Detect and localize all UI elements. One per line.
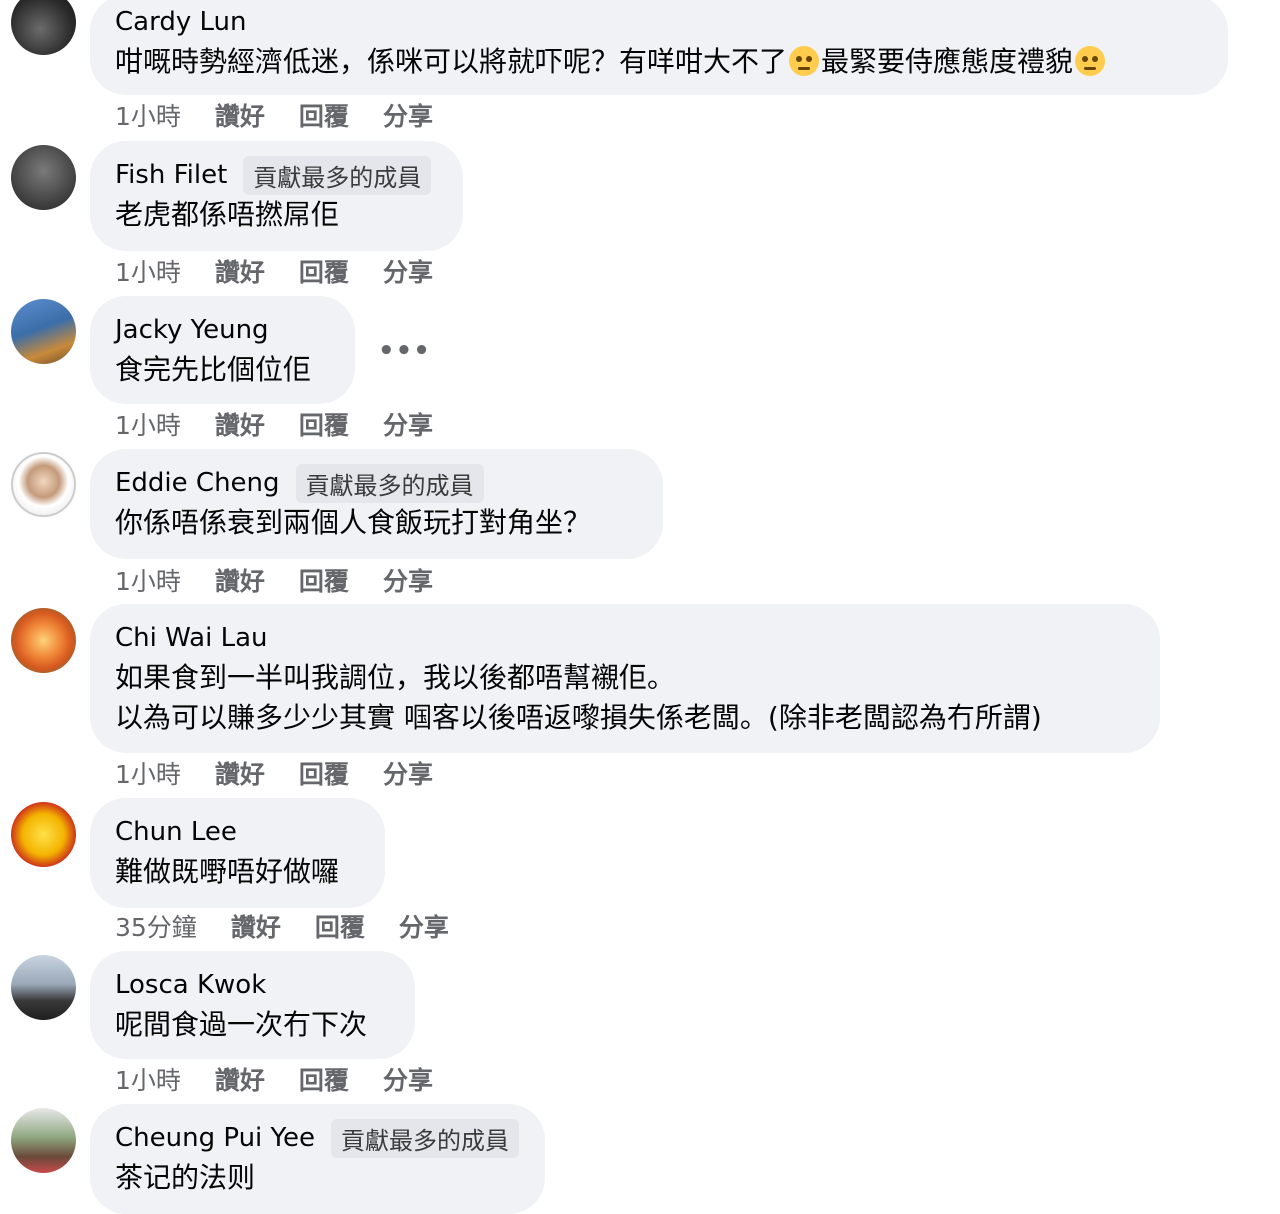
share-button[interactable]: 分享 xyxy=(399,908,449,944)
commenter-name[interactable]: Cardy Lun xyxy=(115,7,246,37)
unamused-emoji-icon xyxy=(1075,46,1106,76)
share-button[interactable]: 分享 xyxy=(383,253,433,289)
comment-text: 你係唔係衰到兩個人食飯玩打對角坐？ xyxy=(115,506,592,539)
commenter-name[interactable]: Cheung Pui Yee xyxy=(115,1123,315,1153)
avatar[interactable] xyxy=(11,452,76,517)
reply-button[interactable]: 回覆 xyxy=(315,908,365,944)
share-button[interactable]: 分享 xyxy=(383,97,433,133)
reply-button[interactable]: 回覆 xyxy=(299,97,349,133)
avatar[interactable] xyxy=(11,955,76,1020)
comment-bubble: Jacky Yeung 食完先比個位佢 xyxy=(90,296,355,404)
comment-text: 老虎都係唔撚屌佢 xyxy=(115,198,340,231)
commenter-name[interactable]: Chi Wai Lau xyxy=(115,623,267,653)
avatar[interactable] xyxy=(11,1108,76,1173)
like-button[interactable]: 讚好 xyxy=(215,97,265,133)
comment-text: 如果食到一半叫我調位，我以後都唔幫襯佢。 xyxy=(115,661,676,694)
avatar[interactable] xyxy=(11,802,76,867)
avatar[interactable] xyxy=(11,608,76,673)
comment-bubble: Cheung Pui Yee 貢獻最多的成員 茶记的法则 xyxy=(90,1104,545,1214)
timestamp[interactable]: 1小時 xyxy=(115,406,181,442)
comment-actions: 1小時 讚好 回覆 分享 xyxy=(115,97,467,133)
commenter-name[interactable]: Losca Kwok xyxy=(115,970,266,1000)
avatar[interactable] xyxy=(11,0,76,55)
comment-actions: 1小時 讚好 回覆 分享 xyxy=(115,253,467,289)
comment-text: 以為可以賺多少少其實 啯客以後唔返嚟損失係老闆。(除非老闆認為冇所謂) xyxy=(115,701,1042,734)
top-contributor-badge: 貢獻最多的成員 xyxy=(243,155,432,195)
comment-text: 茶记的法则 xyxy=(115,1161,256,1194)
comment-bubble: Losca Kwok 呢間食過一次冇下次 xyxy=(90,951,415,1059)
like-button[interactable]: 讚好 xyxy=(215,562,265,598)
comment-actions: 35分鐘 讚好 回覆 分享 xyxy=(115,908,483,944)
avatar[interactable] xyxy=(11,145,76,210)
like-button[interactable]: 讚好 xyxy=(215,253,265,289)
comment-text: 咁嘅時勢經濟低迷，係咪可以將就吓呢？有咩咁大不了 最緊要侍應態度禮貌 xyxy=(115,42,1203,82)
comment-actions: 1小時 讚好 回覆 分享 xyxy=(115,406,467,442)
comment-text: 難做既嘢唔好做囉 xyxy=(115,855,340,888)
reply-button[interactable]: 回覆 xyxy=(299,406,349,442)
timestamp[interactable]: 1小時 xyxy=(115,562,181,598)
comment-bubble: Eddie Cheng 貢獻最多的成員 你係唔係衰到兩個人食飯玩打對角坐？ xyxy=(90,449,663,559)
comment-bubble: Chi Wai Lau 如果食到一半叫我調位，我以後都唔幫襯佢。 以為可以賺多少… xyxy=(90,604,1160,753)
like-button[interactable]: 讚好 xyxy=(215,1061,265,1097)
commenter-name[interactable]: Eddie Cheng xyxy=(115,468,280,498)
share-button[interactable]: 分享 xyxy=(383,1061,433,1097)
reply-button[interactable]: 回覆 xyxy=(299,755,349,791)
avatar[interactable] xyxy=(11,299,76,364)
commenter-name[interactable]: Chun Lee xyxy=(115,817,237,847)
timestamp[interactable]: 1小時 xyxy=(115,1061,181,1097)
like-button[interactable]: 讚好 xyxy=(215,406,265,442)
share-button[interactable]: 分享 xyxy=(383,755,433,791)
comment-actions: 1小時 讚好 回覆 分享 xyxy=(115,755,467,791)
commenter-name[interactable]: Jacky Yeung xyxy=(115,315,269,345)
reply-button[interactable]: 回覆 xyxy=(299,253,349,289)
like-button[interactable]: 讚好 xyxy=(231,908,281,944)
commenter-name[interactable]: Fish Filet xyxy=(115,160,227,190)
comment-actions: 1小時 讚好 回覆 分享 xyxy=(115,1061,467,1097)
timestamp[interactable]: 35分鐘 xyxy=(115,908,197,944)
timestamp[interactable]: 1小時 xyxy=(115,97,181,133)
top-contributor-badge: 貢獻最多的成員 xyxy=(295,463,484,503)
share-button[interactable]: 分享 xyxy=(383,406,433,442)
comment-bubble: Cardy Lun 咁嘅時勢經濟低迷，係咪可以將就吓呢？有咩咁大不了 最緊要侍應態… xyxy=(90,0,1228,95)
like-button[interactable]: 讚好 xyxy=(215,755,265,791)
top-contributor-badge: 貢獻最多的成員 xyxy=(330,1118,519,1158)
more-options-icon[interactable]: ••• xyxy=(378,336,431,366)
reply-button[interactable]: 回覆 xyxy=(299,562,349,598)
rolling-eyes-emoji-icon xyxy=(789,46,820,76)
timestamp[interactable]: 1小時 xyxy=(115,253,181,289)
comment-text: 呢間食過一次冇下次 xyxy=(115,1008,368,1041)
comment-actions: 1小時 讚好 回覆 分享 xyxy=(115,562,467,598)
timestamp[interactable]: 1小時 xyxy=(115,755,181,791)
comment-text: 食完先比個位佢 xyxy=(115,353,312,386)
share-button[interactable]: 分享 xyxy=(383,562,433,598)
reply-button[interactable]: 回覆 xyxy=(299,1061,349,1097)
comment-bubble: Fish Filet 貢獻最多的成員 老虎都係唔撚屌佢 xyxy=(90,141,463,251)
comment-bubble: Chun Lee 難做既嘢唔好做囉 xyxy=(90,798,385,908)
